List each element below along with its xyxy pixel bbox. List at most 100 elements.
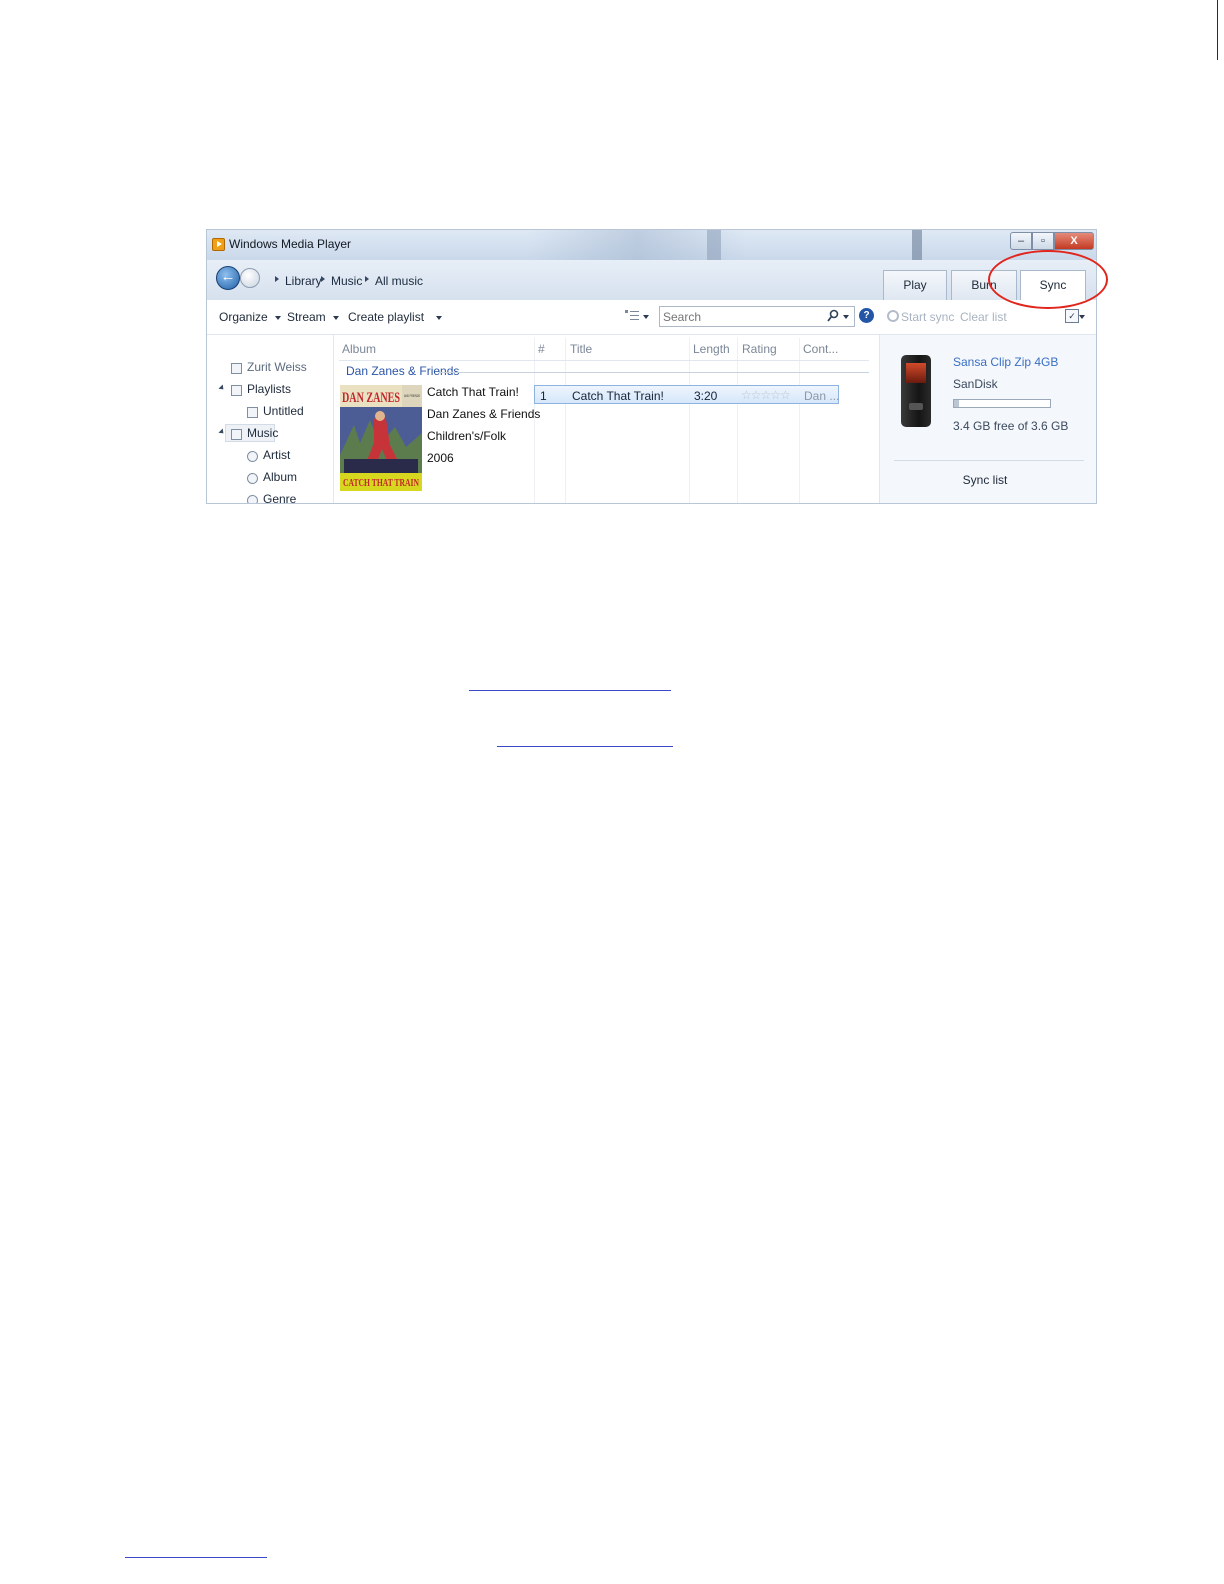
column-divider xyxy=(534,338,535,503)
maximize-button[interactable]: ▫ xyxy=(1032,232,1054,250)
playlist-icon xyxy=(231,385,242,396)
user-library-icon xyxy=(231,363,242,374)
nav-item-music[interactable]: Music xyxy=(247,426,278,440)
device-brand: SanDisk xyxy=(953,377,998,391)
music-note-icon xyxy=(231,429,242,440)
title-bar: Windows Media Player – ▫ X xyxy=(207,230,1096,260)
chevron-down-icon xyxy=(332,315,339,320)
back-button[interactable]: ← xyxy=(216,266,240,290)
nav-item-album[interactable]: Album xyxy=(263,470,297,484)
track-number: 1 xyxy=(540,389,547,403)
chevron-down-icon xyxy=(274,315,281,320)
column-header-contributing[interactable]: Cont... xyxy=(803,342,838,356)
clear-list-button[interactable]: Clear list xyxy=(960,310,1007,324)
close-button[interactable]: X xyxy=(1054,232,1094,250)
device-name-link[interactable]: Sansa Clip Zip 4GB xyxy=(953,355,1058,369)
header-divider xyxy=(339,360,869,361)
breadcrumb-arrow-icon xyxy=(365,276,369,282)
cover-figure-head xyxy=(375,411,385,421)
sync-options-button[interactable]: ✓ xyxy=(1065,309,1079,323)
album-group-title: Dan Zanes & Friends xyxy=(346,364,460,378)
organize-label: Organize xyxy=(219,310,268,324)
help-icon[interactable]: ? xyxy=(859,308,874,323)
playlist-icon xyxy=(247,407,258,418)
sync-pane-divider xyxy=(894,460,1084,461)
column-header-album[interactable]: Album xyxy=(342,342,376,356)
stream-label: Stream xyxy=(287,310,326,324)
artist-icon xyxy=(247,451,258,462)
column-divider xyxy=(799,338,800,503)
tab-play[interactable]: Play xyxy=(883,270,947,300)
search-input[interactable] xyxy=(659,306,855,327)
album-genre: Children's/Folk xyxy=(427,429,506,443)
underline-2 xyxy=(497,746,673,747)
breadcrumb-music[interactable]: Music xyxy=(331,274,362,288)
album-icon xyxy=(247,473,258,484)
window-title: Windows Media Player xyxy=(229,237,352,251)
chevron-down-icon[interactable] xyxy=(643,315,649,319)
highlight-ellipse xyxy=(988,250,1108,309)
search-icon[interactable] xyxy=(827,309,839,322)
table-row[interactable]: 1 Catch That Train! 3:20 ☆☆☆☆☆ Dan ... xyxy=(534,385,839,404)
column-header-title[interactable]: Title xyxy=(570,342,592,356)
stream-menu[interactable]: Stream xyxy=(287,310,339,324)
chevron-down-icon xyxy=(436,315,443,320)
album-title: Catch That Train! xyxy=(427,385,519,399)
cover-train xyxy=(344,459,418,473)
device-button xyxy=(909,403,923,410)
cover-bottom-text: CATCH THAT TRAIN xyxy=(343,478,420,489)
title-bar-glass xyxy=(912,230,922,260)
album-cover-art: DAN ZANES AND FRIENDS CATCH THAT TRAIN xyxy=(340,385,422,491)
toolbar: Organize Stream Create playlist Start sy… xyxy=(207,300,1096,335)
media-player-device-image xyxy=(901,355,931,427)
underline-1 xyxy=(469,690,671,691)
column-divider xyxy=(689,338,690,503)
nav-item-genre[interactable]: Genre xyxy=(263,492,296,503)
storage-progress-fill xyxy=(954,400,960,407)
nav-item-playlists[interactable]: Playlists xyxy=(247,382,291,396)
chevron-down-icon[interactable] xyxy=(1079,315,1085,319)
organize-menu[interactable]: Organize xyxy=(219,310,281,324)
album-year: 2006 xyxy=(427,451,454,465)
create-playlist-menu[interactable]: Create playlist xyxy=(348,310,443,324)
nav-item-artist[interactable]: Artist xyxy=(263,448,290,462)
breadcrumb-arrow-icon xyxy=(275,276,279,282)
column-header-number[interactable]: # xyxy=(538,342,545,356)
underline-3 xyxy=(125,1557,267,1558)
column-divider xyxy=(565,338,566,503)
breadcrumb-library[interactable]: Library xyxy=(285,274,322,288)
device-screen xyxy=(906,363,926,383)
track-contributing-artist: Dan ... xyxy=(804,389,840,403)
view-options-icon[interactable] xyxy=(625,310,639,323)
album-artist: Dan Zanes & Friends xyxy=(427,407,541,421)
column-header-rating[interactable]: Rating xyxy=(742,342,777,356)
nav-item-user[interactable]: Zurit Weiss xyxy=(247,360,307,374)
breadcrumb-arrow-icon xyxy=(321,276,325,282)
sync-pane: Sansa Clip Zip 4GB SanDisk 3.4 GB free o… xyxy=(879,335,1096,503)
cover-title-text: DAN ZANES xyxy=(342,390,400,406)
genre-icon xyxy=(247,495,258,503)
group-divider xyxy=(439,372,869,373)
breadcrumb-all-music[interactable]: All music xyxy=(375,274,423,288)
media-player-icon xyxy=(212,238,225,251)
device-free-space: 3.4 GB free of 3.6 GB xyxy=(953,419,1069,433)
forward-button[interactable] xyxy=(240,268,260,288)
minimize-button[interactable]: – xyxy=(1010,232,1032,250)
storage-progress-bar xyxy=(953,399,1051,408)
title-bar-glass xyxy=(707,230,721,260)
rating-stars-icon[interactable]: ☆☆☆☆☆ xyxy=(741,388,791,402)
column-header-length[interactable]: Length xyxy=(693,342,730,356)
sync-list-title: Sync list xyxy=(962,473,1008,487)
track-title: Catch That Train! xyxy=(572,389,664,403)
create-playlist-label: Create playlist xyxy=(348,310,425,324)
cover-corner-text: AND FRIENDS xyxy=(404,393,420,398)
start-sync-button[interactable]: Start sync xyxy=(901,310,954,324)
column-divider xyxy=(737,338,738,503)
album-cover[interactable]: DAN ZANES AND FRIENDS CATCH THAT TRAIN xyxy=(340,385,422,491)
nav-item-untitled[interactable]: Untitled xyxy=(263,404,304,418)
track-length: 3:20 xyxy=(694,389,718,403)
chevron-down-icon[interactable] xyxy=(843,315,849,319)
media-player-screenshot: Windows Media Player – ▫ X ← Library Mus… xyxy=(206,229,1097,504)
sync-icon xyxy=(887,310,899,322)
page-line-1 xyxy=(1217,0,1218,60)
